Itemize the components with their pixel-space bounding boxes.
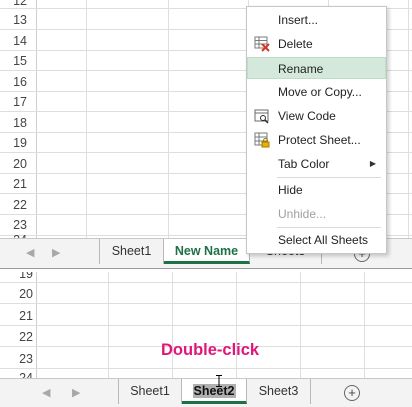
row-number[interactable]: 18 <box>0 116 27 130</box>
row-number[interactable]: 13 <box>0 13 27 27</box>
double-click-annotation: Double-click <box>161 341 260 359</box>
row-number[interactable]: 19 <box>0 136 27 150</box>
menu-item-move-or-copy[interactable]: Move or Copy... <box>247 81 386 103</box>
menu-item-label: Tab Color <box>278 157 330 171</box>
tab-label: Sheet1 <box>111 244 152 258</box>
row-number[interactable]: 17 <box>0 95 27 109</box>
row-line <box>0 325 412 326</box>
menu-item-delete[interactable]: Delete <box>247 33 386 55</box>
row-number[interactable]: 14 <box>0 34 27 48</box>
row-line <box>0 282 412 283</box>
row-number[interactable]: 21 <box>0 177 27 191</box>
menu-item-label: Delete <box>278 37 313 51</box>
menu-separator <box>277 177 381 178</box>
next-sheet-icon[interactable]: ▶ <box>52 246 60 259</box>
menu-item-label: Protect Sheet... <box>278 133 361 147</box>
sheet-tab-sheet3[interactable]: Sheet3 <box>247 379 311 404</box>
prev-sheet-icon[interactable]: ◀ <box>26 246 34 259</box>
column-line <box>86 0 87 238</box>
row-number[interactable]: 23 <box>0 352 33 366</box>
menu-item-label: Unhide... <box>278 207 327 221</box>
add-sheet-button[interactable]: + <box>344 385 360 401</box>
sheet-tab-sheet1[interactable]: Sheet1 <box>118 379 182 404</box>
row-number[interactable]: 20 <box>0 287 33 301</box>
menu-item-label: Move or Copy... <box>278 85 362 99</box>
menu-item-select-all-sheets[interactable]: Select All Sheets <box>247 229 386 251</box>
row-number[interactable]: 15 <box>0 54 27 68</box>
menu-separator <box>277 227 381 228</box>
top-pane: 12 13 14 15 16 17 18 19 20 21 22 23 24 ◀… <box>0 0 412 268</box>
sheet-tab-bar: ◀ ▶ Sheet1 Sheet2 Sheet3 + <box>0 378 412 407</box>
column-line <box>168 0 169 238</box>
menu-item-tab-color[interactable]: Tab Color ▶ <box>247 153 386 175</box>
row-number[interactable]: 23 <box>0 218 27 232</box>
menu-item-label: Insert... <box>278 13 319 27</box>
menu-item-label: Rename <box>278 62 324 76</box>
row-header-separator <box>36 0 37 238</box>
menu-item-rename[interactable]: Rename <box>247 57 386 79</box>
row-number[interactable]: 20 <box>0 157 27 171</box>
sheet-tab-context-menu: Insert... Delete Rename Move or Copy... <box>246 6 387 254</box>
row-number[interactable]: 19 <box>0 272 33 281</box>
delete-sheet-icon <box>254 36 270 52</box>
column-line <box>408 0 409 238</box>
tab-label: Sheet3 <box>258 384 299 398</box>
sheet-tab-new-name[interactable]: New Name <box>164 239 250 264</box>
next-sheet-icon[interactable]: ▶ <box>72 386 80 399</box>
row-number[interactable]: 22 <box>0 198 27 212</box>
text-cursor-icon <box>216 375 222 387</box>
bottom-pane: 19 20 21 22 23 24 Double-click ◀ ▶ Sheet… <box>0 272 412 407</box>
menu-item-insert[interactable]: Insert... <box>247 9 386 31</box>
menu-item-protect-sheet[interactable]: Protect Sheet... <box>247 129 386 151</box>
row-number[interactable]: 21 <box>0 309 33 323</box>
sheet-tab-sheet1[interactable]: Sheet1 <box>99 239 164 264</box>
protect-sheet-icon <box>254 132 270 148</box>
view-code-icon <box>254 109 269 124</box>
menu-item-unhide: Unhide... <box>247 203 386 225</box>
tab-label: New Name <box>174 244 239 258</box>
menu-item-label: View Code <box>278 109 336 123</box>
row-line <box>0 368 412 369</box>
menu-item-label: Hide <box>278 183 303 197</box>
row-number[interactable]: 16 <box>0 75 27 89</box>
row-number[interactable]: 12 <box>0 0 27 8</box>
row-number[interactable]: 22 <box>0 330 33 344</box>
submenu-arrow-icon: ▶ <box>369 159 376 168</box>
tab-label: Sheet1 <box>130 384 170 398</box>
menu-item-view-code[interactable]: View Code <box>247 105 386 127</box>
prev-sheet-icon[interactable]: ◀ <box>42 386 50 399</box>
menu-item-hide[interactable]: Hide <box>247 179 386 201</box>
row-line <box>0 303 412 304</box>
menu-item-label: Select All Sheets <box>278 233 369 247</box>
